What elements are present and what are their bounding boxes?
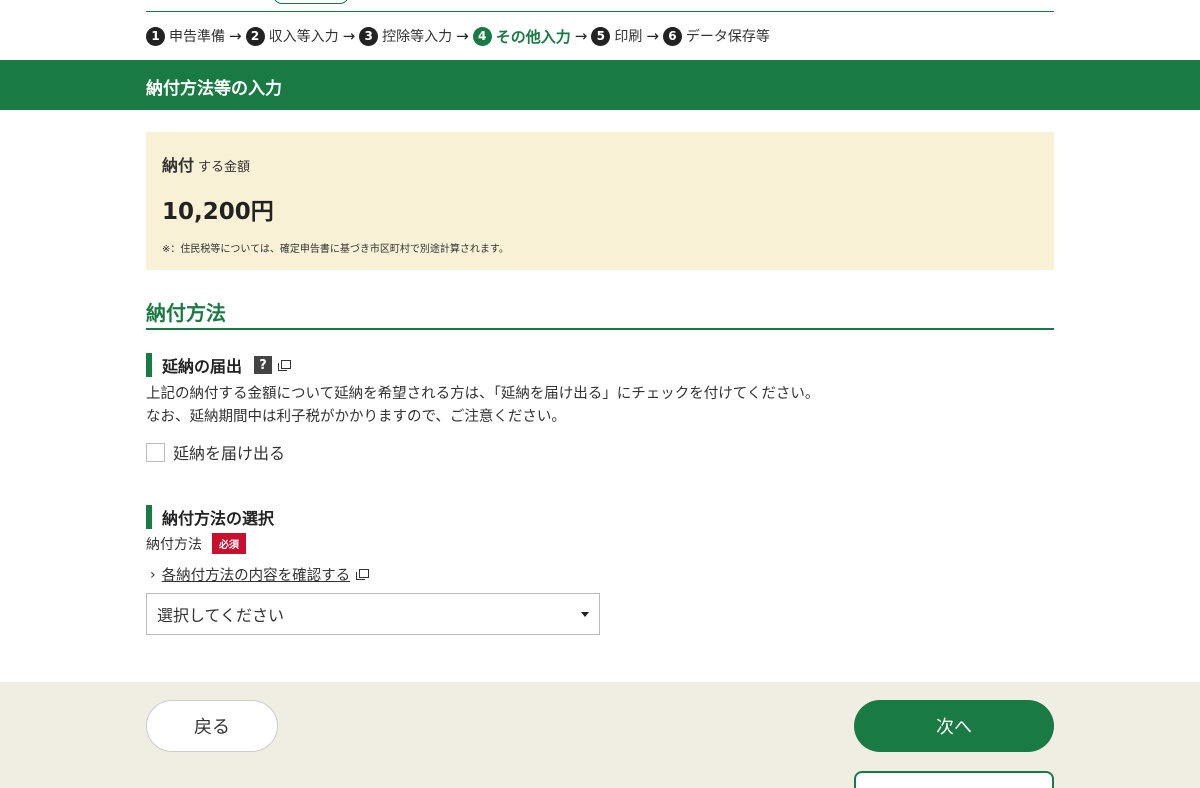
payment-amount-box: 納付 する金額 10,200円 ※：住民税等については、確定申告書に基づき市区町村…: [146, 132, 1054, 270]
checkbox-label[interactable]: 延納を届け出る: [173, 440, 285, 464]
step-4-current: 4 その他入力: [472, 26, 571, 47]
select-value: 選択してください: [157, 606, 285, 625]
step-5: 5 印刷: [591, 26, 642, 46]
caret-down-icon: [581, 612, 589, 617]
amount-value: 10,200円: [162, 199, 274, 225]
step-2: 2 収入等入力: [245, 26, 339, 46]
payment-method-label-row: 納付方法 必須: [146, 533, 246, 554]
top-tab[interactable]: [273, 0, 349, 4]
step-number-icon: 2: [245, 26, 265, 46]
heading-bar: [146, 353, 152, 377]
step-label: データ保存等: [685, 29, 770, 45]
step-label: 収入等入力: [268, 29, 339, 45]
payment-method-heading: 納付方法の選択: [146, 505, 274, 529]
step-number-icon: 1: [146, 26, 165, 46]
extension-checkbox[interactable]: [146, 442, 165, 462]
amount-label-rest: する金額: [198, 160, 251, 175]
arrow-right-icon: →: [342, 27, 356, 45]
step-1: 1 申告準備: [146, 26, 225, 46]
heading-bar: [146, 505, 152, 529]
arrow-right-icon: →: [456, 27, 469, 45]
step-number-icon: 6: [662, 26, 682, 46]
next-button[interactable]: 次へ: [854, 700, 1054, 752]
back-button[interactable]: 戻る: [146, 700, 278, 752]
extension-heading-text: 延納の届出: [162, 357, 243, 376]
description-line: なお、延納期間中は利子税がかかりますので、ご注意ください。: [146, 409, 566, 425]
step-number-icon: 4: [472, 26, 492, 46]
step-number-icon: 3: [359, 26, 379, 46]
field-label: 納付方法: [146, 536, 202, 553]
step-label: 申告準備: [169, 29, 225, 45]
page-title-band: 納付方法等の入力: [0, 60, 1200, 110]
amount-label-strong: 納付: [162, 156, 195, 175]
payment-method-select[interactable]: 選択してください: [146, 593, 600, 635]
help-icon[interactable]: ?: [254, 356, 273, 374]
arrow-right-icon: →: [574, 27, 588, 45]
step-number-icon: 5: [591, 26, 611, 46]
top-divider: [146, 11, 1054, 12]
required-badge: 必須: [212, 533, 246, 554]
step-label: その他入力: [495, 27, 571, 46]
payment-methods-detail-link[interactable]: 各納付方法の内容を確認する: [162, 564, 351, 585]
step-6: 6 データ保存等: [662, 26, 770, 46]
chevron-right-icon: ›: [150, 566, 156, 583]
section-title: 納付方法: [146, 301, 226, 325]
progress-steps: 1 申告準備 → 2 収入等入力 → 3 控除等入力 → 4 その他入力 → 5…: [146, 24, 770, 48]
extension-description: 上記の納付する金額について延納を希望される方は、「延納を届け出る」にチェックを付…: [146, 383, 819, 429]
new-window-icon: [278, 359, 292, 371]
extension-checkbox-row[interactable]: 延納を届け出る: [146, 440, 285, 464]
description-line: 上記の納付する金額について延納を希望される方は、「延納を届け出る」にチェックを付…: [146, 386, 820, 402]
step-3: 3 控除等入力: [359, 26, 452, 46]
secondary-button[interactable]: [854, 771, 1054, 788]
section-heading: 納付方法: [146, 297, 1054, 330]
amount-label: 納付 する金額: [162, 152, 250, 176]
arrow-right-icon: →: [646, 27, 659, 45]
new-window-icon: [356, 569, 370, 580]
page-title: 納付方法等の入力: [146, 79, 282, 99]
detail-link-row[interactable]: › 各納付方法の内容を確認する: [150, 564, 370, 585]
arrow-right-icon: →: [229, 27, 242, 45]
step-label: 印刷: [614, 29, 643, 45]
step-label: 控除等入力: [382, 29, 453, 45]
payment-method-heading-text: 納付方法の選択: [162, 509, 275, 528]
extension-heading: 延納の届出 ?: [146, 353, 292, 377]
amount-note: ※：住民税等については、確定申告書に基づき市区町村で別途計算されます。: [162, 244, 509, 255]
